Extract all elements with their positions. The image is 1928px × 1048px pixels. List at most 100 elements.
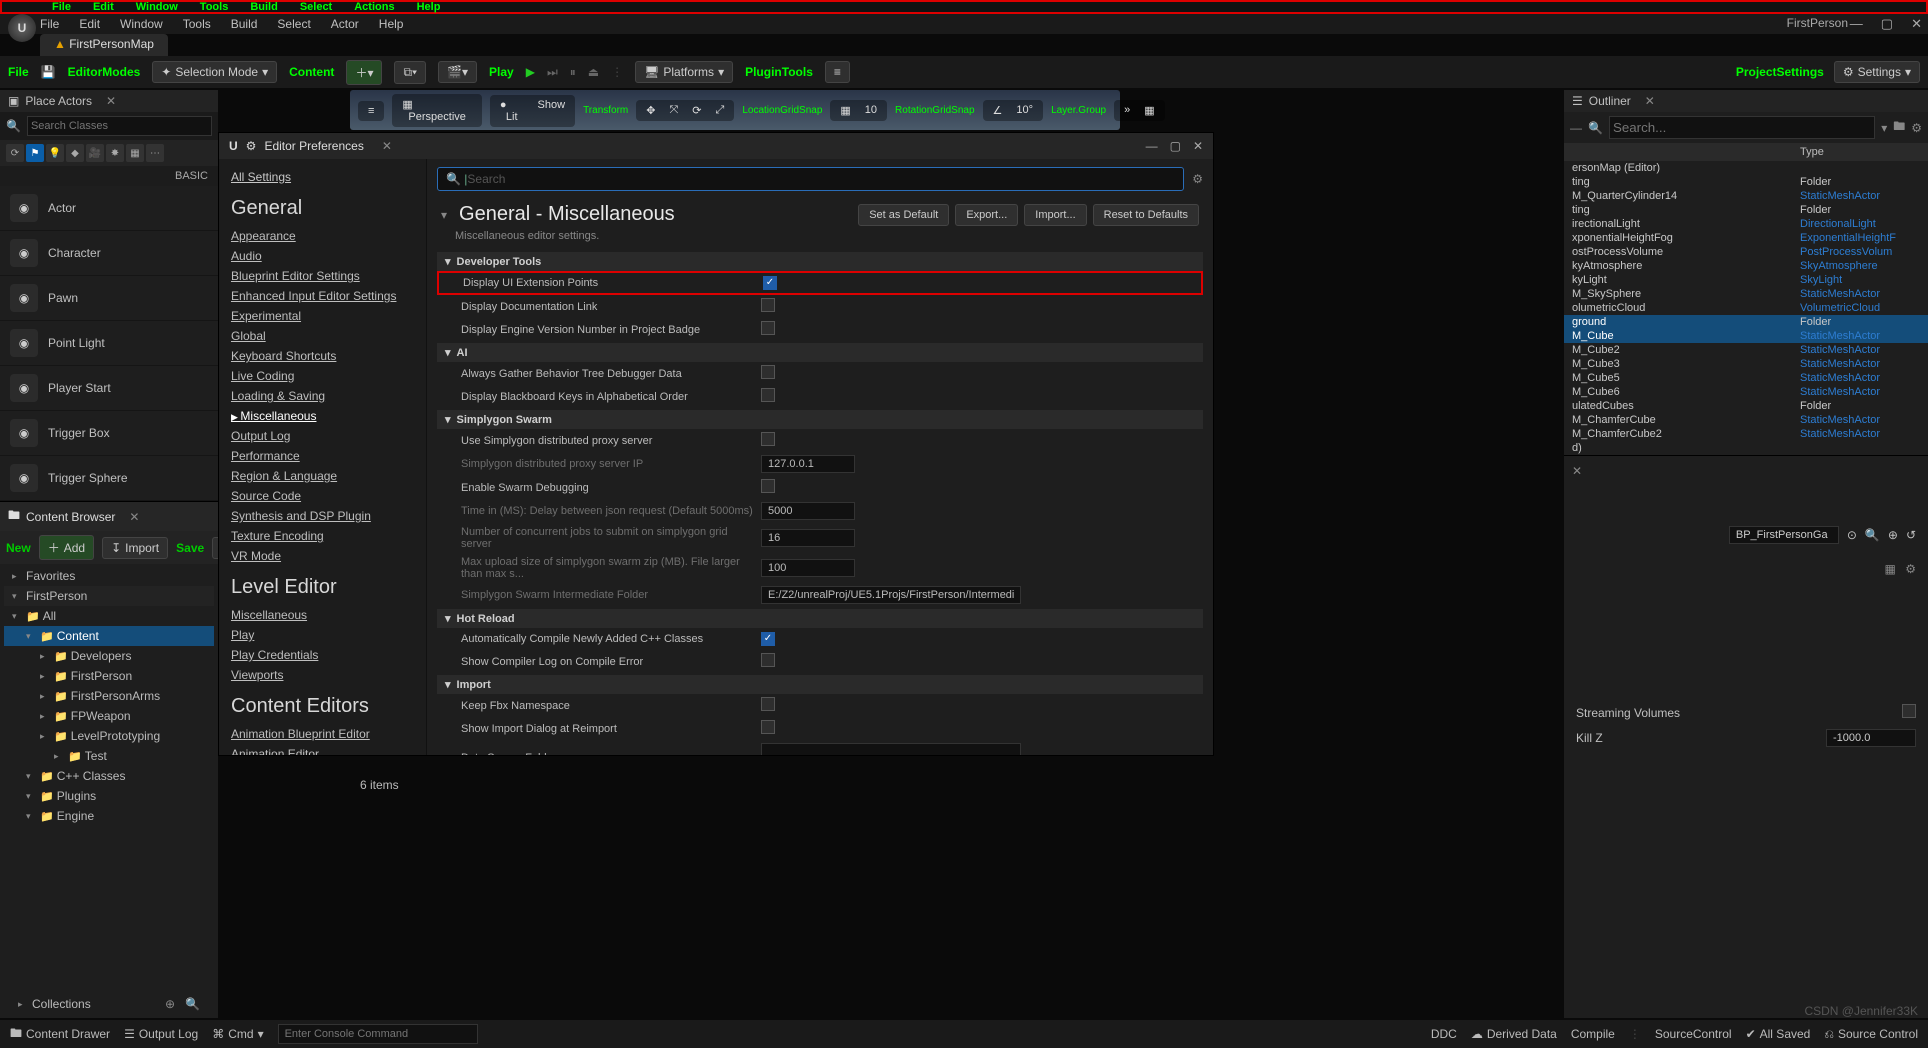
settings-section-header[interactable]: ▾Simplygon Swarm — [437, 410, 1203, 429]
actor-item[interactable]: ◉Player Start — [0, 366, 218, 411]
prefs-nav-item[interactable]: Audio — [231, 246, 414, 266]
outliner-row[interactable]: tingFolder — [1564, 203, 1928, 217]
marketplace-button[interactable]: ⧉▾ — [394, 61, 426, 84]
settings-section-header[interactable]: ▾Hot Reload — [437, 609, 1203, 628]
menu-tools[interactable]: Tools — [183, 17, 211, 31]
content-tree-item[interactable]: ▸LevelPrototyping — [4, 726, 214, 746]
outliner-row[interactable]: ostProcessVolumePostProcessVolum — [1564, 245, 1928, 259]
set-default-button[interactable]: Set as Default — [858, 204, 949, 226]
prefs-nav-item[interactable]: Keyboard Shortcuts — [231, 346, 414, 366]
window-close-icon[interactable]: ✕ — [1911, 16, 1922, 32]
chevron-down-icon[interactable]: ▾ — [441, 208, 447, 222]
level-viewport[interactable]: ≡ ▦ Perspective ● LitShow Transform ✥ ⤧ … — [350, 90, 1120, 130]
outliner-row[interactable]: olumetricCloudVolumetricCloud — [1564, 301, 1928, 315]
vfx-icon[interactable]: ✸ — [106, 144, 124, 162]
hamburger-icon[interactable]: ≡ — [362, 103, 380, 119]
window-maximize-icon[interactable]: ▢ — [1170, 139, 1181, 153]
window-minimize-icon[interactable]: — — [1146, 139, 1158, 153]
compile-button[interactable]: Compile — [1571, 1027, 1615, 1041]
shapes-icon[interactable]: ◆ — [66, 144, 84, 162]
source-control-label[interactable]: SourceControl — [1655, 1027, 1732, 1041]
outliner-row[interactable]: d) — [1564, 441, 1928, 455]
prefs-nav-item[interactable]: Animation Blueprint Editor — [231, 724, 414, 744]
outliner-row[interactable]: kyAtmosphereSkyAtmosphere — [1564, 259, 1928, 273]
outliner-row[interactable]: xponentialHeightFogExponentialHeightF — [1564, 231, 1928, 245]
prefs-nav-item[interactable]: Performance — [231, 446, 414, 466]
cb-import-button[interactable]: ↧ Import — [102, 537, 168, 559]
skip-icon[interactable]: ⏭ — [547, 65, 558, 80]
content-tree-item[interactable]: ▸Developers — [4, 646, 214, 666]
cb-add-button[interactable]: ＋ Add — [39, 535, 94, 560]
perspective-button[interactable]: ▦ Perspective — [396, 96, 477, 125]
prefs-nav-item[interactable]: VR Mode — [231, 546, 414, 566]
actor-item[interactable]: ◉Character — [0, 231, 218, 276]
actor-item[interactable]: ◉Trigger Box — [0, 411, 218, 456]
ddc-label[interactable]: DDC — [1431, 1027, 1457, 1041]
outliner-row[interactable]: kyLightSkyLight — [1564, 273, 1928, 287]
settings-section-header[interactable]: ▾Import — [437, 675, 1203, 694]
text-input[interactable] — [761, 743, 1021, 755]
menu-help[interactable]: Help — [379, 17, 404, 31]
cine-icon[interactable]: 🎥 — [86, 144, 104, 162]
settings-button[interactable]: ⚙ Settings ▾ — [1834, 61, 1920, 83]
prefs-nav-sidebar[interactable]: All Settings General AppearanceAudioBlue… — [219, 159, 427, 755]
expand-icon[interactable]: » — [1118, 102, 1136, 119]
revision-control-button[interactable]: ⎌ Source Control — [1824, 1027, 1918, 1042]
type-column-header[interactable]: Type — [1800, 146, 1920, 158]
import-button[interactable]: Import... — [1024, 204, 1086, 226]
prefs-nav-item[interactable]: Play — [231, 625, 414, 645]
checkbox[interactable] — [761, 653, 775, 667]
gear-icon[interactable]: ⚙ — [1192, 172, 1203, 186]
checkbox[interactable] — [761, 697, 775, 711]
grid-icon[interactable]: ▦ — [1885, 562, 1896, 576]
prefs-nav-item[interactable]: Blueprint Editor Settings — [231, 266, 414, 286]
outliner-row[interactable]: M_ChamferCubeStaticMeshActor — [1564, 413, 1928, 427]
outliner-row[interactable]: M_Cube3StaticMeshActor — [1564, 357, 1928, 371]
all-icon[interactable]: ⋯ — [146, 144, 164, 162]
checkbox[interactable] — [761, 479, 775, 493]
grid-snap-value[interactable]: 10 — [859, 102, 883, 119]
close-icon[interactable]: ✕ — [129, 510, 139, 524]
content-tree-item[interactable]: ▾Plugins — [4, 786, 214, 806]
all-saved-button[interactable]: ✔ All Saved — [1746, 1027, 1811, 1041]
menu-window[interactable]: Window — [120, 17, 163, 31]
menu-build[interactable]: Build — [231, 17, 258, 31]
prefs-search-input[interactable]: 🔍 |Search — [437, 167, 1184, 191]
outliner-row[interactable]: groundFolder — [1564, 315, 1928, 329]
collections-section[interactable]: ▸Collections ⊕ 🔍 — [10, 994, 208, 1014]
close-icon[interactable]: ✕ — [1645, 94, 1655, 108]
prefs-nav-item[interactable]: Loading & Saving — [231, 386, 414, 406]
close-icon[interactable]: ✕ — [106, 94, 116, 108]
browse-icon[interactable]: ⊙ — [1847, 528, 1857, 542]
outliner-row[interactable]: irectionalLightDirectionalLight — [1564, 217, 1928, 231]
vol-icon[interactable]: ▦ — [126, 144, 144, 162]
all-settings-link[interactable]: All Settings — [231, 167, 414, 187]
content-tree-item[interactable]: ▾Engine — [4, 806, 214, 826]
pause-icon[interactable]: ⏸ — [570, 65, 576, 80]
find-icon[interactable]: 🔍 — [1865, 528, 1880, 542]
checkbox[interactable] — [761, 388, 775, 402]
content-tree-item[interactable]: ▾All — [4, 606, 214, 626]
add-content-button[interactable]: ＋▾ — [346, 60, 382, 85]
content-tree-item[interactable]: ▸Test — [4, 746, 214, 766]
project-settings-label[interactable]: ProjectSettings — [1736, 65, 1824, 79]
checkbox[interactable] — [761, 298, 775, 312]
outliner-row[interactable]: M_QuarterCylinder14StaticMeshActor — [1564, 189, 1928, 203]
reset-defaults-button[interactable]: Reset to Defaults — [1093, 204, 1199, 226]
prefs-nav-item[interactable]: Live Coding — [231, 366, 414, 386]
basic-icon[interactable]: ⚑ — [26, 144, 44, 162]
checkbox[interactable] — [761, 365, 775, 379]
prefs-nav-item[interactable]: Global — [231, 326, 414, 346]
grid-icon[interactable]: ▦ — [1138, 102, 1160, 119]
menu-file[interactable]: File — [40, 17, 59, 31]
select-tool-icon[interactable]: ✥ — [640, 102, 661, 119]
menu-edit[interactable]: Edit — [79, 17, 100, 31]
firstperson-section[interactable]: ▾FirstPerson — [4, 586, 214, 606]
outliner-row[interactable]: M_CubeStaticMeshActor — [1564, 329, 1928, 343]
prefs-nav-item[interactable]: Play Credentials — [231, 645, 414, 665]
killz-input[interactable] — [1826, 729, 1916, 747]
rotate-tool-icon[interactable]: ⟳ — [686, 102, 707, 119]
prefs-nav-item[interactable]: Experimental — [231, 306, 414, 326]
export-button[interactable]: Export... — [955, 204, 1018, 226]
play-icon[interactable]: ▶ — [526, 65, 535, 79]
